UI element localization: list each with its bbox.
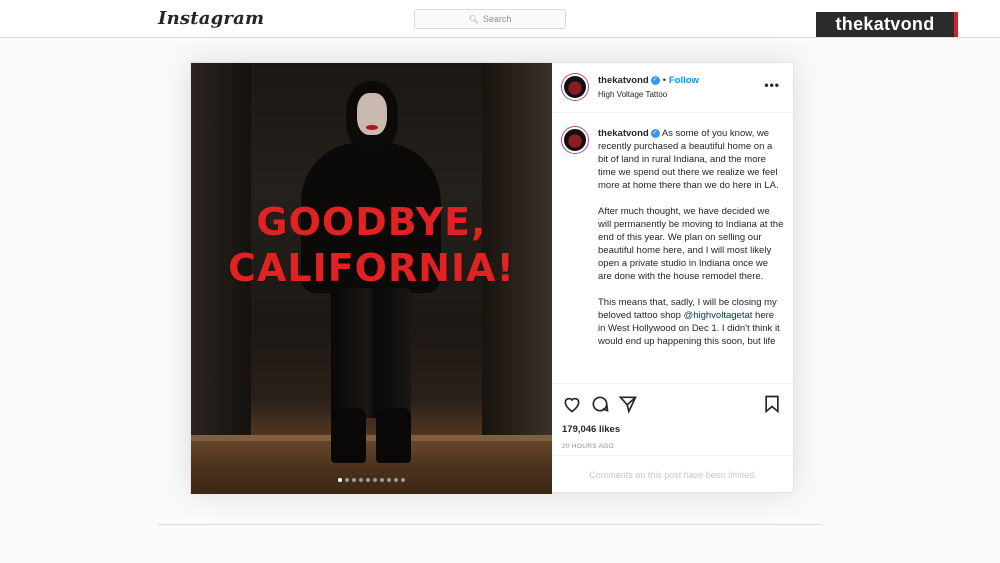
carousel-dot[interactable] <box>338 478 342 482</box>
search-input[interactable]: 🔍︎ Search <box>414 9 566 29</box>
verified-badge-icon: ✓ <box>650 128 660 138</box>
more-options-icon[interactable]: ••• <box>764 78 780 92</box>
header-author-line: thekatvond ✓ • Follow <box>598 75 699 86</box>
person-boot-left <box>331 408 366 463</box>
post-side-panel: thekatvond ✓ • Follow High Voltage Tattoo •… <box>552 63 794 494</box>
mention-link[interactable]: @highvoltagetat <box>684 310 753 321</box>
handle-overlay-banner: thekatvond <box>816 12 958 37</box>
bookmark-icon[interactable] <box>762 394 782 414</box>
background-floor <box>191 435 552 494</box>
instagram-logo[interactable]: Instagram <box>158 8 264 29</box>
likes-count[interactable]: 179,046 likes <box>562 424 620 435</box>
post-card: GOODBYE, CALIFORNIA! thekatvond ✓ • Follow … <box>190 62 794 494</box>
caption-scroll-area[interactable]: thekatvond ✓ As some of you know, we rece… <box>552 114 794 382</box>
carousel-dot[interactable] <box>373 478 377 482</box>
page-divider <box>158 524 822 525</box>
share-icon[interactable] <box>618 394 638 414</box>
person-lips <box>366 125 378 130</box>
carousel-dot[interactable] <box>352 478 356 482</box>
caption-paragraph-3: This means that, sadly, I will be closin… <box>598 296 784 348</box>
person-boot-right <box>376 408 411 463</box>
author-username[interactable]: thekatvond <box>598 75 649 86</box>
caption-paragraph-2: After much thought, we have decided we w… <box>598 206 784 282</box>
carousel-dot[interactable] <box>359 478 363 482</box>
post-image[interactable]: GOODBYE, CALIFORNIA! <box>191 63 552 494</box>
carousel-dot[interactable] <box>380 478 384 482</box>
post-actions: 179,046 likes 20 HOURS AGO <box>552 383 794 463</box>
avatar[interactable] <box>562 74 588 100</box>
search-icon: 🔍︎ <box>468 14 479 24</box>
background-step <box>191 435 552 441</box>
image-headline: GOODBYE, CALIFORNIA! <box>191 199 552 291</box>
headline-line-1: GOODBYE, <box>256 200 487 244</box>
headline-line-2: CALIFORNIA! <box>228 246 515 290</box>
caption-paragraph-1: thekatvond ✓ As some of you know, we rece… <box>598 127 784 192</box>
carousel-dot[interactable] <box>366 478 370 482</box>
comments-limited-notice: Comments on this post have been limited. <box>552 455 794 494</box>
carousel-dot[interactable] <box>345 478 349 482</box>
search-placeholder: Search <box>482 14 512 24</box>
carousel-dot[interactable] <box>394 478 398 482</box>
avatar[interactable] <box>562 127 588 153</box>
carousel-dot[interactable] <box>401 478 405 482</box>
follow-button[interactable]: Follow <box>669 75 699 86</box>
post-header: thekatvond ✓ • Follow High Voltage Tattoo •… <box>552 63 794 113</box>
person-legs <box>331 288 411 418</box>
carousel-indicator <box>191 478 552 482</box>
heart-icon[interactable] <box>562 394 582 414</box>
location-link[interactable]: High Voltage Tattoo <box>598 90 667 99</box>
separator-dot: • <box>662 75 666 85</box>
carousel-dot[interactable] <box>387 478 391 482</box>
verified-badge-icon: ✓ <box>650 75 660 85</box>
comment-icon[interactable] <box>590 394 610 414</box>
caption-author[interactable]: thekatvond <box>598 128 649 139</box>
post-timestamp[interactable]: 20 HOURS AGO <box>562 443 614 450</box>
post-caption: thekatvond ✓ As some of you know, we rece… <box>598 127 784 361</box>
